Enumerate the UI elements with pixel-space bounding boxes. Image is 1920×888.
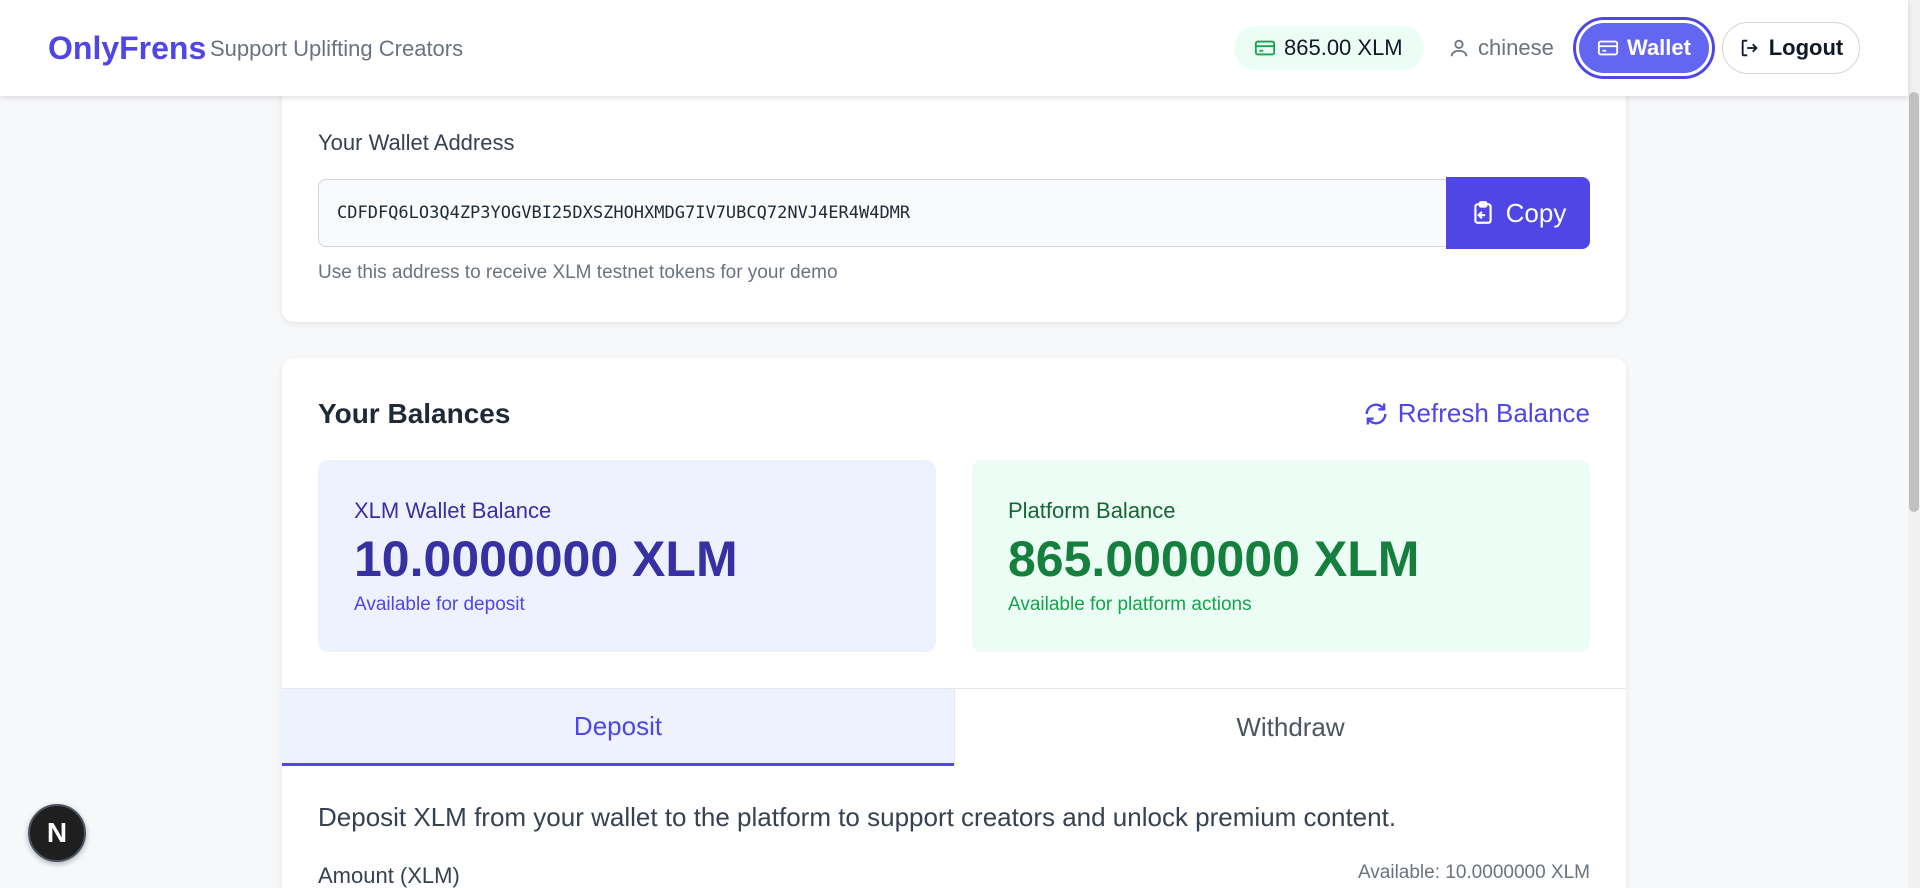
xlm-balance-amount: 10.0000000 XLM <box>354 531 738 587</box>
wallet-card-icon <box>1597 40 1619 56</box>
wallet-button[interactable]: Wallet <box>1576 20 1712 76</box>
wallet-button-label: Wallet <box>1627 35 1691 60</box>
brand-logo[interactable]: OnlyFrens <box>48 30 206 67</box>
scrollbar-thumb[interactable] <box>1909 92 1919 512</box>
amount-label: Amount (XLM) <box>318 863 460 888</box>
platform-balance-label: Platform Balance <box>1008 498 1176 523</box>
available-amount: Available: 10.0000000 XLM <box>1357 862 1590 883</box>
balances-title: Your Balances <box>318 398 511 429</box>
platform-balance-box: Platform Balance 865.0000000 XLM Availab… <box>972 460 1590 652</box>
xlm-balance-subtext: Available for deposit <box>354 594 525 615</box>
wallet-address-label: Your Wallet Address <box>318 130 515 155</box>
header-balance-text: 865.00 XLM <box>1284 35 1403 60</box>
tab-withdraw[interactable]: Withdraw <box>954 689 1626 766</box>
copy-button[interactable]: Copy <box>1446 177 1590 249</box>
refresh-balance-button[interactable]: Refresh Balance <box>1362 398 1590 429</box>
copy-button-label: Copy <box>1505 197 1567 228</box>
refresh-balance-label: Refresh Balance <box>1397 398 1590 428</box>
top-header: OnlyFrens Support Uplifting Creators 865… <box>0 0 1908 96</box>
wallet-address-field[interactable]: CDFDFQ6LO3Q4ZP3YOGVBI25DXSZHOHXMDG7IV7UB… <box>318 179 1448 247</box>
xlm-wallet-balance-box: XLM Wallet Balance 10.0000000 XLM Availa… <box>318 460 936 652</box>
user-profile[interactable]: chinese <box>1448 30 1554 66</box>
wallet-address-help: Use this address to receive XLM testnet … <box>318 262 838 283</box>
refresh-icon <box>1365 403 1387 424</box>
balances-card: Your Balances Refresh Balance XLM Wallet… <box>282 358 1626 888</box>
xlm-balance-label: XLM Wallet Balance <box>354 498 552 523</box>
nextjs-dev-badge[interactable]: N <box>28 804 86 862</box>
wallet-address-card: Your Wallet Address CDFDFQ6LO3Q4ZP3YOGVB… <box>282 80 1626 322</box>
clipboard-icon <box>1473 201 1492 224</box>
username-label: chinese <box>1478 35 1554 60</box>
deposit-description: Deposit XLM from your wallet to the plat… <box>318 802 1397 832</box>
wallet-card-icon <box>1254 40 1276 56</box>
logout-button[interactable]: Logout <box>1722 22 1860 74</box>
header-balance-badge: 865.00 XLM <box>1234 26 1424 70</box>
logout-icon <box>1741 39 1758 57</box>
brand-tagline: Support Uplifting Creators <box>210 36 464 61</box>
platform-balance-subtext: Available for platform actions <box>1008 594 1252 615</box>
logout-button-label: Logout <box>1768 35 1844 60</box>
tab-deposit[interactable]: Deposit <box>282 689 954 766</box>
deposit-withdraw-tabs: Deposit Withdraw <box>282 688 1626 766</box>
platform-balance-amount: 865.0000000 XLM <box>1008 531 1420 587</box>
user-icon <box>1450 39 1468 57</box>
